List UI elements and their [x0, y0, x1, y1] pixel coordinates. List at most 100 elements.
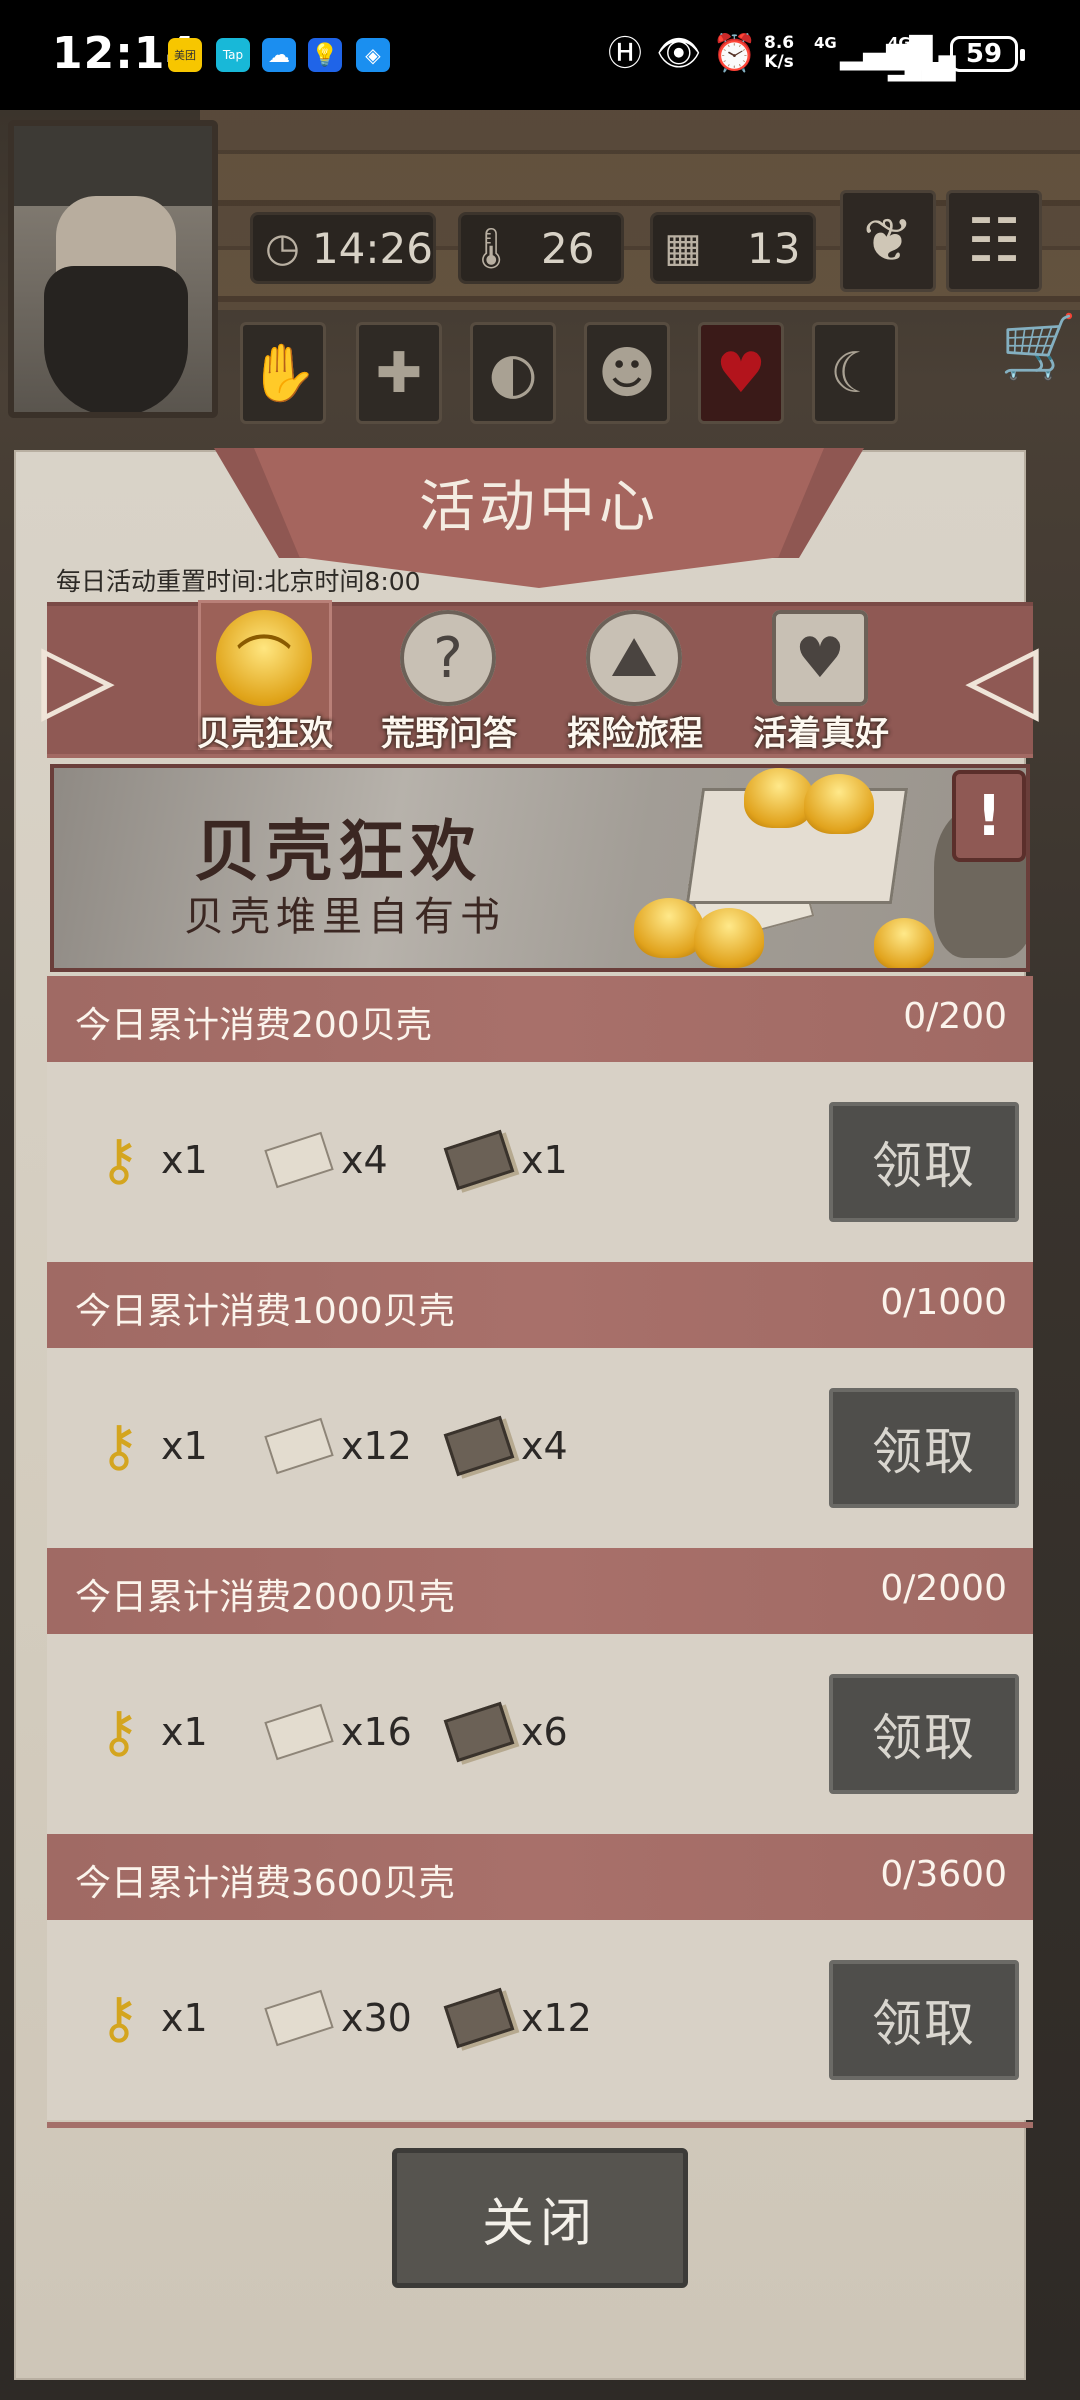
reset-time-text: 每日活动重置时间:北京时间8:00 — [56, 567, 421, 596]
paper-icon — [264, 1700, 334, 1764]
close-button[interactable]: 关闭 — [392, 2148, 688, 2288]
reward-body-3: ⚷ x1 x16 x6 领取 — [47, 1634, 1033, 1834]
book-icon — [443, 1700, 515, 1764]
claim-button[interactable]: 领取 — [829, 1960, 1019, 2080]
reward-body-1: ⚷ x1 x4 x1 领取 — [47, 1062, 1033, 1262]
reward-header-4: 今日累计消费3600贝壳 0/3600 — [47, 1834, 1033, 1920]
tab-adventure-journey[interactable]: ⛰ 探险旅程 — [567, 604, 703, 754]
temperature-value: 26 — [541, 223, 595, 273]
plus-icon: ✚ — [375, 340, 423, 406]
reward-body-2: ⚷ x1 x12 x4 领取 — [47, 1348, 1033, 1548]
reward-progress: 0/200 — [903, 996, 1007, 1037]
reward-header-3: 今日累计消费2000贝壳 0/2000 — [47, 1548, 1033, 1634]
chevron-left-icon: ▷ — [41, 621, 115, 733]
shell-art — [634, 898, 704, 958]
clock-icon: ◷ — [265, 225, 300, 271]
taptap-icon: Tap — [216, 38, 250, 72]
list-bottom-border — [47, 2122, 1033, 2128]
paper-icon — [264, 1986, 334, 2050]
reward-item-qty: x1 — [161, 1138, 208, 1182]
bandage-hand-status[interactable]: ✋ — [240, 322, 326, 424]
tab-alive-is-good[interactable]: ♥ 活着真好 — [753, 604, 889, 754]
character-portrait[interactable] — [8, 120, 218, 418]
shell-art — [874, 918, 934, 968]
claim-button[interactable]: 领取 — [829, 1388, 1019, 1508]
tab-label: 活着真好 — [753, 714, 889, 754]
reward-body-4: ⚷ x1 x30 x12 领取 — [47, 1920, 1033, 2120]
tab-prev-arrow[interactable]: ▷ — [41, 612, 115, 742]
reward-item-qty: x12 — [521, 1996, 592, 2040]
reward-item-book: x12 — [443, 1978, 592, 2058]
clock-chip: ◷ 14:26 — [250, 212, 436, 284]
alarm-icon: ⏰ — [712, 33, 757, 74]
maple-leaf-icon: ❦ — [862, 206, 914, 276]
reward-item-key: ⚷ x1 — [87, 1978, 208, 2058]
reward-progress: 0/2000 — [880, 1568, 1007, 1609]
reward-item-paper: x12 — [264, 1406, 412, 1486]
reward-item-qty: x1 — [161, 1996, 208, 2040]
meituan-icon: 美团 — [168, 38, 202, 72]
claim-button[interactable]: 领取 — [829, 1102, 1019, 1222]
chevron-right-icon: ◁ — [965, 621, 1039, 733]
paper-icon — [264, 1414, 334, 1478]
shell-art — [804, 774, 874, 834]
calendar-icon: ▦ — [664, 225, 702, 271]
gold-key-icon: ⚷ — [98, 1413, 140, 1479]
tab-shell-carnival[interactable]: ⌒ 贝壳狂欢 — [197, 600, 333, 754]
shop-cart-icon[interactable]: 🛒 — [1000, 310, 1077, 384]
paper-icon — [264, 1128, 334, 1192]
info-button[interactable]: ! — [952, 770, 1026, 862]
reward-item-qty: x16 — [341, 1710, 412, 1754]
reward-item-key: ⚷ x1 — [87, 1120, 208, 1200]
day-chip: ▦ 13 — [650, 212, 816, 284]
mental-status[interactable]: ☻ — [584, 322, 670, 424]
stomach-status[interactable]: ◐ — [470, 322, 556, 424]
reward-item-qty: x1 — [161, 1424, 208, 1468]
reward-item-qty: x6 — [521, 1710, 568, 1754]
reward-item-key: ⚷ x1 — [87, 1406, 208, 1486]
reward-item-book: x6 — [443, 1692, 568, 1772]
reward-item-qty: x12 — [341, 1424, 412, 1468]
claim-button[interactable]: 领取 — [829, 1674, 1019, 1794]
banner-subtitle: 贝壳堆里自有书 — [184, 894, 506, 940]
reward-title: 今日累计消费200贝壳 — [75, 1005, 432, 1046]
sleep-status[interactable]: ☾ — [812, 322, 898, 424]
temperature-chip: 🌡 26 — [458, 212, 624, 284]
event-banner: 贝壳狂欢 贝壳堆里自有书 — [50, 764, 1030, 972]
menu-button[interactable]: ☷ — [946, 190, 1042, 292]
reward-item-paper: x4 — [264, 1120, 388, 1200]
gold-key-icon: ⚷ — [98, 1699, 140, 1765]
gold-key-icon: ⚷ — [98, 1985, 140, 2051]
signal-2-icon: ▂▄▆█ — [888, 57, 956, 82]
season-leaf-button[interactable]: ❦ — [840, 190, 936, 292]
reward-item-qty: x4 — [341, 1138, 388, 1182]
stomach-icon: ◐ — [488, 340, 538, 406]
lightbulb-icon: 💡 — [308, 38, 342, 72]
net-speed-value: 8.6 — [764, 33, 795, 53]
health-status[interactable]: ✚ — [356, 322, 442, 424]
reward-item-paper: x30 — [264, 1978, 412, 2058]
reward-progress: 0/1000 — [880, 1282, 1007, 1323]
reward-header-1: 今日累计消费200贝壳 0/200 — [47, 976, 1033, 1062]
reward-progress: 0/3600 — [880, 1854, 1007, 1895]
tab-next-arrow[interactable]: ◁ — [965, 612, 1039, 742]
shell-art — [694, 908, 764, 968]
reward-item-book: x4 — [443, 1406, 568, 1486]
shell-icon: ⌒ — [216, 610, 312, 706]
reward-item-qty: x4 — [521, 1424, 568, 1468]
reward-header-2: 今日累计消费1000贝壳 0/1000 — [47, 1262, 1033, 1348]
beard-art — [44, 266, 188, 412]
reward-title: 今日累计消费3600贝壳 — [75, 1863, 455, 1904]
book-icon — [443, 1986, 515, 2050]
tab-wild-quiz[interactable]: ? 荒野问答 — [381, 604, 517, 754]
cloud-icon: ☁ — [262, 38, 296, 72]
reward-item-book: x1 — [443, 1120, 568, 1200]
reward-title: 今日累计消费2000贝壳 — [75, 1577, 455, 1618]
reward-item-qty: x1 — [521, 1138, 568, 1182]
banner-title: 贝壳狂欢 — [194, 812, 482, 890]
heart-status[interactable]: ♥ — [698, 322, 784, 424]
book-icon — [443, 1128, 515, 1192]
expedition-icon: ⛰ — [586, 610, 682, 706]
status-bar: 12:14 美团 Tap ☁ 💡 ◈ Ⓗ 👁 ⏰ 8.6 K/s 4G ▂▄▆█… — [0, 0, 1080, 110]
hd-call-icon: Ⓗ — [608, 34, 642, 74]
